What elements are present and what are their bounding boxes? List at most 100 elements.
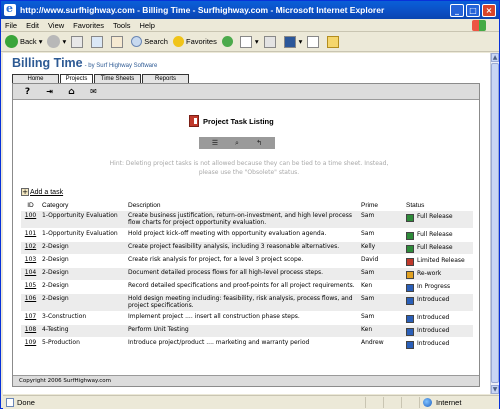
mail-icon[interactable]: ✉ xyxy=(87,86,100,97)
hint-text: Hint: Deleting project tasks is not allo… xyxy=(109,160,389,176)
menu-tools[interactable]: Tools xyxy=(113,21,131,30)
stop-icon xyxy=(71,35,84,48)
edit-dropdown-icon[interactable]: ▾ xyxy=(299,37,303,46)
tab-reports-label: Reports xyxy=(154,76,176,82)
task-id-link[interactable]: 109 xyxy=(25,339,36,346)
magnifier-icon[interactable]: ⌕ xyxy=(229,139,245,148)
task-id-link[interactable]: 105 xyxy=(25,282,36,289)
list-icon[interactable]: ☰ xyxy=(207,139,223,148)
task-id-link[interactable]: 101 xyxy=(25,230,36,237)
content-frame: ? ⇥ ⌂ ✉ Project Task Listing ☰ ⌕ ↰ Hint:… xyxy=(12,83,480,387)
help-icon[interactable]: ? xyxy=(21,86,34,97)
discuss-button[interactable] xyxy=(307,35,322,48)
mail-button[interactable]: ▾ xyxy=(239,35,259,48)
row-id: 100 xyxy=(21,209,40,228)
add-task-link[interactable]: + Add a task xyxy=(21,188,63,196)
menu-view[interactable]: View xyxy=(48,21,64,30)
edit-button[interactable]: ▾ xyxy=(283,35,303,48)
status-label: Introduced xyxy=(417,339,450,347)
task-id-link[interactable]: 100 xyxy=(25,212,36,219)
ie-icon xyxy=(4,2,16,16)
row-category: 2-Design xyxy=(40,253,126,267)
row-description: Document detailed process flows for all … xyxy=(126,266,359,280)
back-arrow-icon xyxy=(5,35,18,48)
tab-reports[interactable]: Reports xyxy=(142,74,189,83)
forward-dropdown-icon[interactable]: ▾ xyxy=(62,37,66,46)
row-prime: Sam xyxy=(359,292,404,311)
history-button[interactable] xyxy=(221,36,235,47)
row-description: Perform Unit Testing xyxy=(126,323,359,337)
app-byline: - by Surf Highway Software xyxy=(84,63,158,69)
home-button[interactable] xyxy=(111,35,126,48)
tab-projects-label: Projects xyxy=(65,76,88,82)
status-label: Introduced xyxy=(417,295,450,303)
browser-window: http://www.surfhighway.com - Billing Tim… xyxy=(0,0,500,409)
status-done: Done xyxy=(3,398,365,407)
mail-icon xyxy=(239,35,252,48)
forward-button[interactable]: ▾ xyxy=(47,35,66,48)
stop-button[interactable] xyxy=(71,35,86,48)
mail-dropdown-icon[interactable]: ▾ xyxy=(255,37,259,46)
back-button[interactable]: Back ▾ xyxy=(5,35,42,48)
row-status: Full Release xyxy=(404,209,473,228)
word-icon xyxy=(283,35,296,48)
back-dropdown-icon[interactable]: ▾ xyxy=(39,37,43,46)
favorites-button[interactable]: Favorites xyxy=(172,36,217,47)
home-icon[interactable]: ⌂ xyxy=(65,86,78,97)
row-status: Introduced xyxy=(404,292,473,311)
task-id-link[interactable]: 104 xyxy=(25,269,36,276)
scroll-thumb[interactable] xyxy=(491,63,499,383)
exit-icon[interactable]: ⇥ xyxy=(43,86,56,97)
book-icon xyxy=(189,115,199,127)
scroll-down-arrow[interactable]: ▼ xyxy=(491,385,499,394)
tab-time-sheets[interactable]: Time Sheets xyxy=(94,74,141,83)
favorites-label: Favorites xyxy=(185,37,217,46)
print-button[interactable] xyxy=(263,35,279,48)
discuss-icon xyxy=(307,35,320,48)
listing-action-bar: ☰ ⌕ ↰ xyxy=(199,137,275,149)
table-body: 100 1-Opportunity Evaluation Create busine… xyxy=(21,209,473,350)
row-description: Create business justification, return-on… xyxy=(126,209,359,228)
globe-icon xyxy=(423,398,432,407)
row-description: Create risk analysis for project, for a … xyxy=(126,253,359,267)
task-id-link[interactable]: 107 xyxy=(25,313,36,320)
status-cell: Limited Release xyxy=(406,256,471,266)
close-button[interactable]: × xyxy=(482,3,496,17)
menu-edit[interactable]: Edit xyxy=(26,21,39,30)
vertical-scrollbar[interactable]: ▲ ▼ xyxy=(490,53,499,394)
task-id-link[interactable]: 103 xyxy=(25,256,36,263)
menu-file[interactable]: File xyxy=(5,21,17,30)
status-label: Introduced xyxy=(417,313,450,321)
status-label: Full Release xyxy=(417,230,453,238)
menu-favorites[interactable]: Favorites xyxy=(73,21,104,30)
icon-strip: ? ⇥ ⌂ ✉ xyxy=(13,84,479,100)
refresh-button[interactable] xyxy=(91,35,106,48)
minimize-button[interactable]: _ xyxy=(450,3,464,17)
status-icon xyxy=(406,257,414,266)
messenger-button[interactable] xyxy=(327,35,342,48)
maximize-button[interactable]: □ xyxy=(466,3,480,17)
refresh-icon xyxy=(91,35,104,48)
menu-bar: File Edit View Favorites Tools Help xyxy=(1,19,499,32)
row-id: 109 xyxy=(21,336,40,350)
add-task-label[interactable]: Add a task xyxy=(30,189,63,196)
folder-icon xyxy=(327,35,340,48)
row-prime: Kelly xyxy=(359,240,404,254)
search-button[interactable]: Search xyxy=(131,36,168,47)
scroll-up-arrow[interactable]: ▲ xyxy=(491,53,499,62)
table-row: 103 2-Design Create risk analysis for proj… xyxy=(21,253,473,267)
row-id: 108 xyxy=(21,323,40,337)
row-prime: Ken xyxy=(359,323,404,337)
status-icon xyxy=(406,340,414,349)
task-id-link[interactable]: 102 xyxy=(25,243,36,250)
task-id-link[interactable]: 106 xyxy=(25,295,36,302)
page-icon xyxy=(6,398,14,407)
tab-projects[interactable]: Projects xyxy=(60,74,93,83)
return-icon[interactable]: ↰ xyxy=(251,139,267,148)
row-prime: Sam xyxy=(359,227,404,241)
app-title: Billing Time xyxy=(12,56,83,70)
status-cell-2 xyxy=(383,397,401,408)
menu-help[interactable]: Help xyxy=(140,21,155,30)
task-id-link[interactable]: 108 xyxy=(25,326,36,333)
tab-home[interactable]: Home xyxy=(12,74,59,83)
